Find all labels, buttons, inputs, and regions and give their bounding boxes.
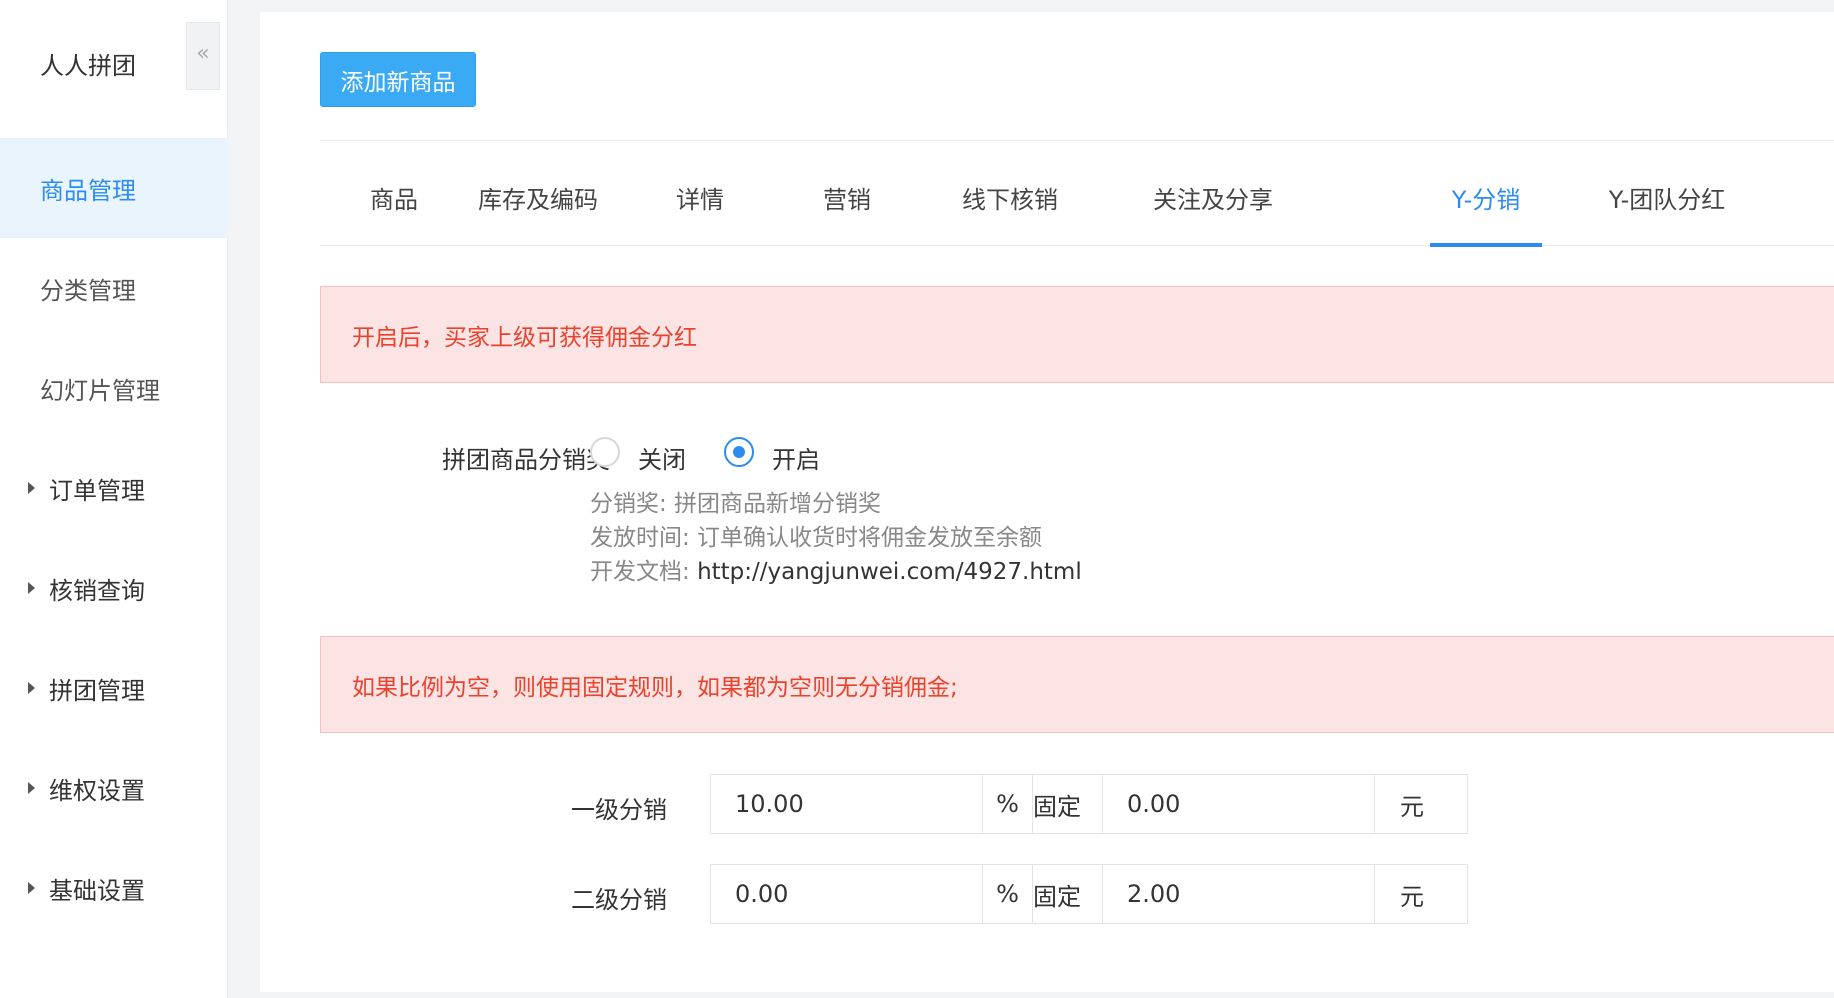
sidebar-header: 人人拼团 «	[0, 0, 228, 120]
sidebar-item-label: 核销查询	[49, 576, 145, 605]
sidebar-item-rights-settings[interactable]: 维权设置	[0, 738, 228, 838]
fixed-addon: 固定	[1033, 865, 1103, 923]
radio-off[interactable]	[590, 437, 620, 467]
fixed-addon: 固定	[1033, 775, 1103, 833]
sidebar-item-label: 基础设置	[49, 876, 145, 905]
alert-rule-info: 如果比例为空，则使用固定规则，如果都为空则无分销佣金;	[320, 636, 1834, 733]
level2-label: 二级分销	[571, 886, 667, 914]
sidebar: 人人拼团 « 商品管理 分类管理 幻灯片管理 订单管理 核销查询 拼团管理 维权…	[0, 0, 228, 998]
tab-product[interactable]: 商品	[354, 180, 434, 246]
divider	[320, 140, 1834, 141]
alert-text: 如果比例为空，则使用固定规则，如果都为空则无分销佣金;	[352, 674, 958, 701]
caret-right-icon	[28, 582, 35, 594]
sidebar-item-product-management[interactable]: 商品管理	[0, 138, 228, 238]
alert-commission-info: 开启后，买家上级可获得佣金分红	[320, 286, 1834, 383]
tab-inventory-code[interactable]: 库存及编码	[468, 180, 608, 246]
level1-fixed-input[interactable]: 0.00	[1103, 775, 1375, 833]
sidebar-item-group-buy-management[interactable]: 拼团管理	[0, 638, 228, 738]
yuan-addon: 元	[1375, 775, 1449, 833]
sidebar-item-label: 幻灯片管理	[40, 376, 160, 405]
commission-label: 拼团商品分销奖	[442, 446, 610, 474]
radio-on[interactable]	[724, 437, 754, 467]
sidebar-item-slideshow-management[interactable]: 幻灯片管理	[0, 338, 228, 438]
level1-percent-input[interactable]: 10.00	[711, 775, 983, 833]
sidebar-item-label: 拼团管理	[49, 676, 145, 705]
sidebar-item-verification-query[interactable]: 核销查询	[0, 538, 228, 638]
caret-right-icon	[28, 482, 35, 494]
help-text-3: 开发文档: http://yangjunwei.com/4927.html	[590, 552, 1082, 586]
radio-on-label[interactable]: 开启	[772, 440, 820, 475]
sidebar-item-label: 维权设置	[49, 776, 145, 805]
sidebar-item-label: 分类管理	[40, 276, 136, 305]
help-text-1: 分销奖: 拼团商品新增分销奖	[590, 491, 882, 517]
active-tab-indicator	[1430, 243, 1542, 247]
app-title: 人人拼团	[40, 52, 136, 80]
sidebar-item-category-management[interactable]: 分类管理	[0, 238, 228, 338]
tab-offline-verification[interactable]: 线下核销	[940, 180, 1080, 246]
caret-right-icon	[28, 782, 35, 794]
main-panel: 添加新商品 商品 库存及编码 详情 营销 线下核销 关注及分享 Y-分销 Y-团…	[260, 12, 1834, 992]
sidebar-item-basic-settings[interactable]: 基础设置	[0, 838, 228, 938]
collapse-sidebar-icon[interactable]: «	[186, 22, 220, 90]
tab-bar: 商品 库存及编码 详情 营销 线下核销 关注及分享 Y-分销 Y-团队分红	[320, 180, 1834, 247]
help-text-2: 发放时间: 订单确认收货时将佣金发放至余额	[590, 525, 1043, 551]
doc-link[interactable]: http://yangjunwei.com/4927.html	[697, 559, 1082, 585]
yuan-addon: 元	[1375, 865, 1449, 923]
tab-y-distribution[interactable]: Y-分销	[1430, 180, 1542, 246]
caret-right-icon	[28, 682, 35, 694]
level1-input-group: 10.00 % 固定 0.00 元	[710, 774, 1468, 834]
percent-addon: %	[983, 775, 1033, 833]
level1-label: 一级分销	[571, 796, 667, 824]
help-prefix: 开发文档:	[590, 559, 698, 585]
percent-addon: %	[983, 865, 1033, 923]
tab-marketing[interactable]: 营销	[807, 180, 887, 246]
level2-percent-input[interactable]: 0.00	[711, 865, 983, 923]
level2-fixed-input[interactable]: 2.00	[1103, 865, 1375, 923]
add-product-button[interactable]: 添加新商品	[320, 52, 476, 107]
caret-right-icon	[28, 882, 35, 894]
level2-input-group: 0.00 % 固定 2.00 元	[710, 864, 1468, 924]
sidebar-item-label: 商品管理	[40, 176, 136, 205]
tab-follow-share[interactable]: 关注及分享	[1128, 180, 1298, 246]
tab-details[interactable]: 详情	[660, 180, 740, 246]
sidebar-item-order-management[interactable]: 订单管理	[0, 438, 228, 538]
radio-off-label[interactable]: 关闭	[638, 440, 686, 475]
tab-y-team-dividend[interactable]: Y-团队分红	[1582, 180, 1752, 246]
sidebar-item-label: 订单管理	[49, 476, 145, 505]
alert-text: 开启后，买家上级可获得佣金分红	[352, 324, 697, 351]
